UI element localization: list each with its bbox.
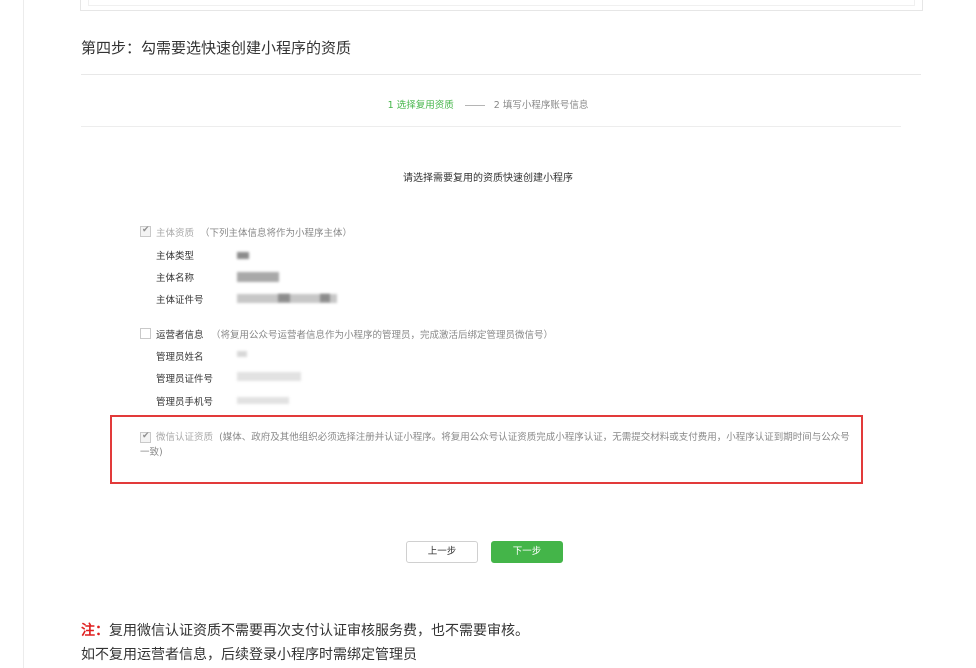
progress-steps: 1 选择复用资质 2 填写小程序账号信息	[0, 97, 976, 111]
admin-phone-label: 管理员手机号	[156, 397, 214, 408]
footnote-prefix: 注：	[81, 623, 109, 639]
step-heading: 第四步：勾需要选快速创建小程序的资质	[81, 39, 352, 57]
subject-type-label: 主体类型	[156, 251, 195, 262]
subject-type-value-redacted	[237, 252, 249, 259]
operator-label: 运营者信息	[156, 330, 204, 341]
subject-id-value-redacted-2	[278, 294, 290, 302]
footnote-line-1: 注：复用微信认证资质不需要再次支付认证审核服务费，也不需要审核。	[81, 620, 529, 640]
admin-id-label: 管理员证件号	[156, 374, 214, 385]
subject-label: 主体资质	[156, 228, 195, 239]
progress-separator	[464, 105, 485, 106]
subject-note: （下列主体信息将作为小程序主体）	[200, 228, 353, 239]
check-icon: ✔	[142, 225, 150, 235]
subject-checkbox[interactable]: ✔	[140, 225, 151, 237]
subject-id-value-redacted-3	[320, 294, 330, 302]
operator-note: （将复用公众号运营者信息作为小程序的管理员，完成激活后绑定管理员微信号）	[211, 330, 554, 341]
progress-divider	[81, 126, 901, 127]
admin-phone-value-redacted	[237, 397, 289, 404]
progress-step-2: 2 填写小程序账号信息	[493, 100, 589, 111]
footnote-line-2: 如不复用运营者信息，后续登录小程序时需绑定管理员	[81, 647, 417, 663]
previous-section-inner	[88, 0, 915, 6]
subject-name-label: 主体名称	[156, 273, 195, 284]
next-step-button[interactable]: 下一步	[491, 541, 563, 563]
heading-divider	[81, 74, 921, 75]
progress-step-1: 1 选择复用资质	[387, 100, 454, 111]
wechat-cert-option: 微信认证资质 (媒体、政府及其他组织必须选择注册并认证小程序。将复用公众号认证资…	[140, 430, 850, 460]
previous-section-card	[80, 0, 923, 11]
admin-id-value-redacted	[237, 372, 301, 381]
prev-step-button[interactable]: 上一步	[406, 541, 478, 563]
subject-name-value-redacted	[237, 272, 279, 282]
page: 第四步：勾需要选快速创建小程序的资质 1 选择复用资质 2 填写小程序账号信息 请…	[0, 0, 976, 668]
admin-name-label: 管理员姓名	[156, 352, 204, 363]
footnote-text-1: 复用微信认证资质不需要再次支付认证审核服务费，也不需要审核。	[109, 623, 529, 639]
wechat-cert-note: (媒体、政府及其他组织必须选择注册并认证小程序。将复用公众号认证资质完成小程序认…	[140, 432, 850, 458]
admin-name-value-redacted	[237, 351, 247, 357]
operator-checkbox[interactable]	[140, 328, 151, 339]
subject-id-label: 主体证件号	[156, 295, 204, 306]
form-title: 请选择需要复用的资质快速创建小程序	[403, 173, 573, 184]
wechat-cert-label: 微信认证资质	[156, 432, 214, 443]
